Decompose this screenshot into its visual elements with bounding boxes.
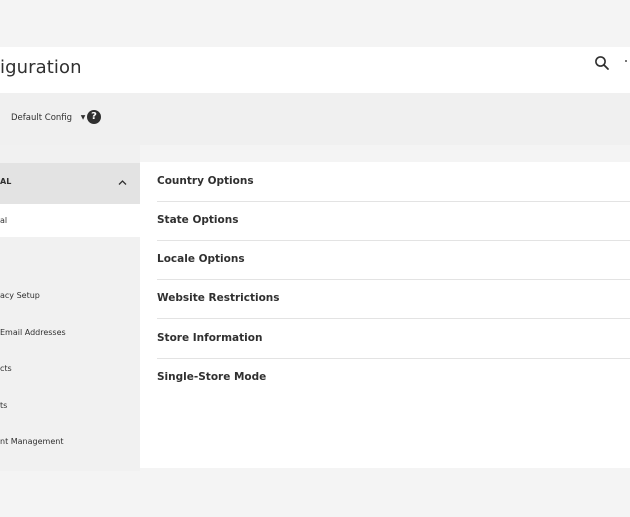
group-label: State Options	[157, 214, 239, 226]
sidebar-section-title: AL	[0, 177, 12, 186]
caret-down-icon: ▼	[80, 114, 86, 121]
sidebar-item-web[interactable]	[0, 239, 140, 272]
group-locale-options[interactable]: Locale Options	[157, 240, 630, 280]
group-label: Locale Options	[157, 253, 245, 265]
header-action-partial[interactable]	[625, 57, 630, 63]
group-label: Store Information	[157, 332, 263, 344]
group-country-options[interactable]: Country Options	[157, 162, 630, 202]
sidebar-item-privacy-setup[interactable]: acy Setup	[0, 279, 140, 312]
sidebar-item-label: nt Management	[0, 437, 64, 446]
sidebar-item-reports[interactable]: ts	[0, 389, 140, 422]
group-single-store-mode[interactable]: Single-Store Mode	[157, 358, 630, 397]
group-state-options[interactable]: State Options	[157, 201, 630, 241]
sidebar-item-label: al	[0, 216, 8, 225]
config-main-panel: Country Options State Options Locale Opt…	[140, 162, 630, 468]
page-title: iguration	[0, 57, 82, 78]
sidebar-item-label: Email Addresses	[0, 328, 66, 337]
help-icon[interactable]: ?	[87, 110, 101, 124]
scope-switcher[interactable]: Default Config ▼	[11, 113, 85, 123]
page-footer-area	[0, 471, 630, 517]
sidebar-item-email-addresses[interactable]: Email Addresses	[0, 316, 140, 349]
sidebar-item-contacts[interactable]: cts	[0, 352, 140, 385]
chevron-up-icon[interactable]	[117, 177, 128, 188]
sidebar-item-general[interactable]: al	[0, 204, 140, 237]
sidebar-item-content-management[interactable]: nt Management	[0, 425, 140, 458]
page-header: iguration	[0, 47, 630, 93]
search-icon[interactable]	[594, 55, 610, 71]
sidebar-item-label: ts	[0, 401, 8, 410]
group-website-restrictions[interactable]: Website Restrictions	[157, 279, 630, 319]
config-sidebar: AL al acy Setup Email Addresses cts ts n…	[0, 145, 140, 471]
group-store-information[interactable]: Store Information	[157, 319, 630, 359]
sidebar-item-label: acy Setup	[0, 291, 40, 300]
group-label: Single-Store Mode	[157, 371, 267, 383]
group-label: Country Options	[157, 175, 254, 187]
scope-switcher-label: Default Config	[11, 113, 73, 123]
sidebar-section-header[interactable]: AL	[0, 163, 140, 204]
sidebar-item-label: cts	[0, 364, 12, 373]
group-label: Website Restrictions	[157, 292, 280, 304]
scope-bar: Default Config ▼ ?	[0, 93, 630, 145]
